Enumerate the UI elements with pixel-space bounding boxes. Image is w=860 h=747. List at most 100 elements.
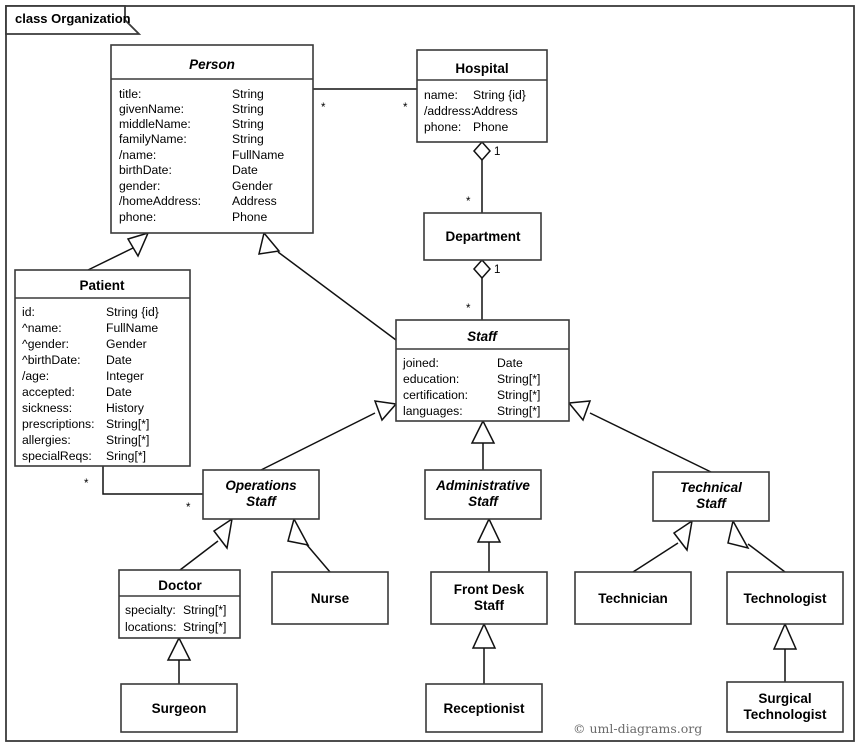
surgical-technologist-class-name-line1: Surgical [758, 691, 811, 706]
person-attr-4-type: FullName [232, 148, 284, 162]
diagram-canvas: class Organization * * 1 * 1 * * * Perso… [5, 5, 855, 742]
mult-person-right: * [321, 102, 326, 114]
technical-staff-class-name-line1: Technical [680, 480, 742, 495]
receptionist-class-name: Receptionist [443, 701, 525, 716]
class-box-surgeon[interactable]: Surgeon [120, 683, 238, 733]
class-box-department[interactable]: Department [423, 212, 542, 261]
technical-staff-class-name-line2: Staff [696, 496, 727, 511]
mult-hospital-left: * [403, 102, 408, 114]
staff-attr-0-name: joined: [402, 356, 439, 370]
person-attr-2-type: String [232, 117, 264, 131]
mult-patient-bottom: * [84, 478, 89, 490]
hospital-attr-2-type: Phone [473, 120, 508, 134]
class-box-technical-staff[interactable]: Technical Staff [652, 471, 770, 522]
hospital-class-name: Hospital [455, 61, 508, 76]
person-attr-5-type: Date [232, 163, 258, 177]
patient-attr-4-name: /age: [22, 369, 49, 383]
patient-attr-3-name: ^birthDate: [22, 353, 81, 367]
front-desk-staff-class-name-line2: Staff [474, 598, 505, 613]
surgical-technologist-class-name-line2: Technologist [744, 707, 828, 722]
class-box-front-desk-staff[interactable]: Front Desk Staff [430, 571, 548, 625]
patient-attr-4-type: Integer [106, 369, 144, 383]
patient-attr-6-type: History [106, 401, 145, 415]
uml-class-diagram: class Organization * * 1 * 1 * * * Perso… [0, 0, 860, 747]
patient-attr-1-name: ^name: [22, 321, 62, 335]
patient-attr-5-name: accepted: [22, 385, 75, 399]
person-attr-3-type: String [232, 132, 264, 146]
patient-attr-8-name: allergies: [22, 433, 71, 447]
person-attr-7-type: Address [232, 194, 277, 208]
patient-attr-0-type: String {id} [106, 305, 159, 319]
person-attr-7-name: /homeAddress: [119, 194, 201, 208]
nurse-class-name: Nurse [311, 591, 350, 606]
person-attr-6-type: Gender [232, 179, 273, 193]
class-box-person[interactable]: Person title: String givenName: String m… [110, 44, 314, 234]
doctor-attr-1-type: String[*] [183, 620, 226, 634]
staff-attr-0-type: Date [497, 356, 523, 370]
patient-attr-7-name: prescriptions: [22, 417, 94, 431]
person-attr-2-name: middleName: [119, 117, 191, 131]
staff-attr-1-name: education: [403, 372, 459, 386]
department-class-name: Department [445, 229, 521, 244]
surgeon-class-name: Surgeon [152, 701, 207, 716]
hospital-attr-0-name: name: [424, 88, 458, 102]
class-box-technician[interactable]: Technician [574, 571, 692, 625]
person-attr-4-name: /name: [119, 148, 156, 162]
front-desk-staff-class-name-line1: Front Desk [454, 582, 525, 597]
hospital-attr-1-type: Address [473, 104, 518, 118]
patient-attr-6-name: sickness: [22, 401, 72, 415]
staff-attr-3-name: languages: [403, 404, 463, 418]
patient-attr-9-type: Sring[*] [106, 449, 146, 463]
staff-class-name: Staff [467, 329, 498, 344]
person-attr-0-type: String [232, 87, 264, 101]
person-attr-1-type: String [232, 102, 264, 116]
class-box-patient[interactable]: Patient id: String {id} ^name: FullName … [14, 269, 191, 467]
copyright-credit: © uml-diagrams.org [573, 721, 702, 736]
patient-attr-0-name: id: [22, 305, 35, 319]
class-box-doctor[interactable]: Doctor specialty: String[*] locations: S… [118, 569, 241, 639]
operations-staff-class-name-line1: Operations [225, 478, 297, 493]
patient-attr-1-type: FullName [106, 321, 158, 335]
doctor-attr-0-name: specialty: [125, 603, 176, 617]
class-box-receptionist[interactable]: Receptionist [425, 683, 543, 733]
technician-class-name: Technician [598, 591, 668, 606]
class-box-hospital[interactable]: Hospital name: String {id} /address: Add… [416, 49, 548, 143]
class-box-administrative-staff[interactable]: Administrative Staff [424, 469, 542, 520]
frame-title: class Organization [15, 11, 131, 26]
person-attr-1-name: givenName: [119, 102, 184, 116]
hospital-attr-1-name: /address: [424, 104, 474, 118]
patient-attr-8-type: String[*] [106, 433, 149, 447]
person-attr-3-name: familyName: [119, 132, 187, 146]
hospital-attr-2-name: phone: [424, 120, 461, 134]
person-class-name: Person [189, 57, 235, 72]
doctor-class-name: Doctor [158, 578, 202, 593]
class-box-technologist[interactable]: Technologist [726, 571, 844, 625]
doctor-attr-1-name: locations: [125, 620, 177, 634]
patient-attr-3-type: Date [106, 353, 132, 367]
staff-attr-1-type: String[*] [497, 372, 540, 386]
doctor-attr-0-type: String[*] [183, 603, 226, 617]
person-attr-6-name: gender: [119, 179, 160, 193]
patient-attr-9-name: specialReqs: [22, 449, 92, 463]
staff-attr-2-type: String[*] [497, 388, 540, 402]
person-attr-0-name: title: [119, 87, 141, 101]
mult-operations-left: * [186, 502, 191, 514]
person-attr-8-type: Phone [232, 210, 267, 224]
patient-attr-2-type: Gender [106, 337, 147, 351]
administrative-staff-class-name-line1: Administrative [435, 478, 530, 493]
operations-staff-class-name-line2: Staff [246, 494, 277, 509]
patient-attr-7-type: String[*] [106, 417, 149, 431]
mult-hospital-bottom: 1 [494, 146, 500, 158]
staff-attr-2-name: certification: [403, 388, 468, 402]
class-box-surgical-technologist[interactable]: Surgical Technologist [726, 681, 844, 733]
class-box-nurse[interactable]: Nurse [271, 571, 389, 625]
hospital-attr-0-type: String {id} [473, 88, 526, 102]
class-box-operations-staff[interactable]: Operations Staff [202, 469, 320, 520]
class-box-staff[interactable]: Staff joined: Date education: String[*] … [395, 319, 570, 422]
patient-attr-5-type: Date [106, 385, 132, 399]
patient-class-name: Patient [79, 278, 125, 293]
technologist-class-name: Technologist [744, 591, 828, 606]
administrative-staff-class-name-line2: Staff [468, 494, 499, 509]
staff-attr-3-type: String[*] [497, 404, 540, 418]
person-attr-8-name: phone: [119, 210, 156, 224]
